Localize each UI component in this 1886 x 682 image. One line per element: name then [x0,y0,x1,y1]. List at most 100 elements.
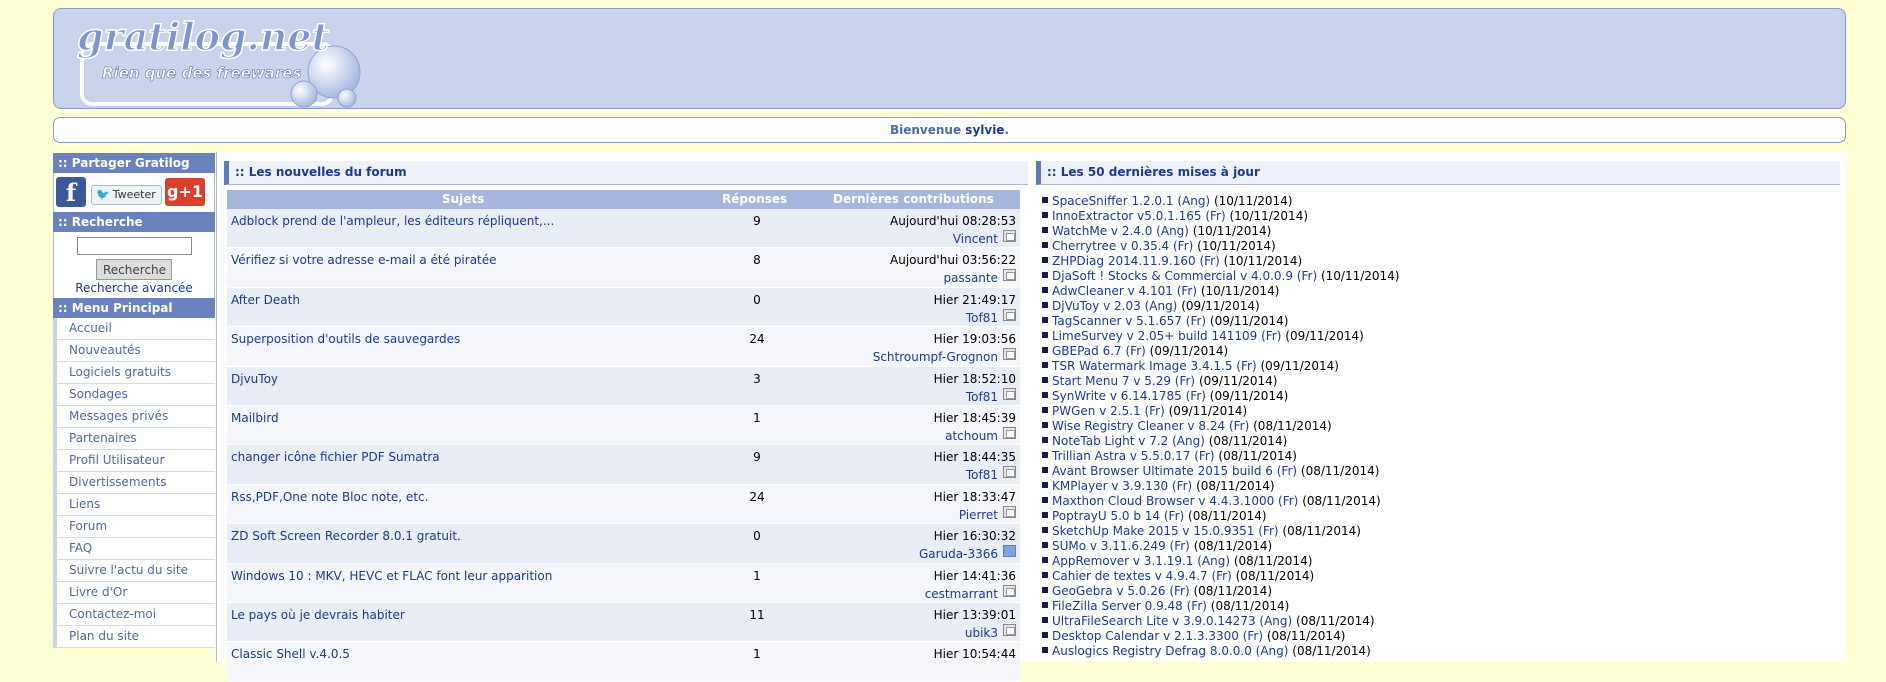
software-link[interactable]: Cahier de textes v 4.9.4.7 (Fr) [1052,569,1232,583]
post-author-link[interactable]: passante [943,271,998,285]
software-link[interactable]: AppRemover v 3.1.19.1 (Ang) [1052,554,1230,568]
software-link[interactable]: KMPlayer v 3.9.130 (Fr) [1052,479,1192,493]
update-item: Auslogics Registry Defrag 8.0.0.0 (Ang) … [1042,644,1842,659]
software-link[interactable]: Auslogics Registry Defrag 8.0.0.0 (Ang) [1052,644,1288,658]
menu-item[interactable]: Liens [53,494,215,516]
forum-topic-link[interactable]: Vérifiez si votre adresse e-mail a été p… [231,253,497,267]
software-link[interactable]: Start Menu 7 v 5.29 (Fr) [1052,374,1195,388]
avatar-icon[interactable] [1003,623,1016,636]
post-author-link[interactable]: ubik3 [965,626,998,640]
software-link[interactable]: Wise Registry Cleaner v 8.24 (Fr) [1052,419,1249,433]
share-header: :: Partager Gratilog [53,153,215,173]
search-input[interactable] [76,237,192,255]
software-link[interactable]: Trillian Astra v 5.5.0.17 (Fr) [1052,449,1215,463]
post-author-link[interactable]: Vincent [953,232,998,246]
forum-topic-link[interactable]: Superposition d'outils de sauvegardes [231,332,460,346]
update-date: (08/11/2014) [1188,509,1267,523]
menu-item[interactable]: Accueil [53,318,215,340]
avatar-icon[interactable] [1003,348,1016,361]
update-item: SpaceSniffer 1.2.0.1 (Ang) (10/11/2014) [1042,194,1842,209]
menu-item[interactable]: Livre d'Or [53,582,215,604]
update-date: (09/11/2014) [1285,329,1364,343]
forum-topic-link[interactable]: changer icône fichier PDF Sumatra [231,450,440,464]
menu-item[interactable]: Forum [53,516,215,538]
menu-item[interactable]: Messages privés [53,406,215,428]
post-author-link[interactable]: atchoum [945,429,998,443]
menu-item[interactable]: Plan du site [53,626,215,648]
software-link[interactable]: Maxthon Cloud Browser v 4.4.3.1000 (Fr) [1052,494,1298,508]
software-link[interactable]: WatchMe v 2.4.0 (Ang) [1052,224,1189,238]
software-link[interactable]: SpaceSniffer 1.2.0.1 (Ang) [1052,194,1210,208]
software-link[interactable]: TagScanner v 5.1.657 (Fr) [1052,314,1206,328]
google-plus-button[interactable]: g+1 [165,178,205,206]
software-link[interactable]: SUMo v 3.11.6.249 (Fr) [1052,539,1190,553]
forum-row: Mailbird 1 Hier 18:45:39 atchoum [227,405,1020,446]
search-button[interactable]: Recherche [96,259,172,280]
post-author-link[interactable]: Tof81 [966,311,998,325]
avatar-icon[interactable] [1003,387,1016,400]
avatar-icon[interactable] [1003,230,1016,242]
software-link[interactable]: UltraFileSearch Lite v 3.9.0.14273 (Ang) [1052,614,1292,628]
avatar-icon[interactable] [1003,466,1016,479]
forum-topic-link[interactable]: After Death [231,293,300,307]
software-link[interactable]: GBEPad 6.7 (Fr) [1052,344,1146,358]
software-link[interactable]: SketchUp Make 2015 v 15.0.9351 (Fr) [1052,524,1279,538]
menu-item[interactable]: Logiciels gratuits [53,362,215,384]
post-author-link[interactable]: Schtroumpf-Grognon [873,350,998,364]
software-link[interactable]: GeoGebra v 5.0.26 (Fr) [1052,584,1190,598]
software-link[interactable]: Desktop Calendar v 2.1.3.3300 (Fr) [1052,629,1263,643]
post-author-link[interactable]: Garuda-3366 [919,547,998,561]
site-logo[interactable]: gratilog.net Rien que des freewares [72,14,372,109]
bullet-icon [1042,287,1048,293]
avatar-icon[interactable] [1003,505,1016,518]
bullet-icon [1042,452,1048,458]
software-link[interactable]: AdwCleaner v 4.101 (Fr) [1052,284,1197,298]
forum-topic-link[interactable]: Windows 10 : MKV, HEVC et FLAC font leur… [231,569,552,583]
advanced-search-link[interactable]: Recherche avancée [54,281,214,295]
tweet-button[interactable]: 🐦 Tweeter [91,185,162,205]
forum-topic-link[interactable]: Rss,PDF,One note Bloc note, etc. [231,490,428,504]
menu-item[interactable]: Divertissements [53,472,215,494]
software-link[interactable]: DjVuToy v 2.03 (Ang) [1052,299,1177,313]
update-item: Cahier de textes v 4.9.4.7 (Fr) (08/11/2… [1042,569,1842,584]
twitter-icon: 🐦 [96,188,110,201]
welcome-user[interactable]: sylvie [965,123,1004,137]
software-link[interactable]: PoptrayU 5.0 b 14 (Fr) [1052,509,1184,523]
forum-topic-link[interactable]: Mailbird [231,411,279,425]
forum-topic-link[interactable]: DjvuToy [231,372,278,386]
forum-topic-link[interactable]: Classic Shell v.4.0.5 [231,647,350,661]
software-link[interactable]: FileZilla Server 0.9.48 (Fr) [1052,599,1207,613]
menu-item[interactable]: Contactez-moi [53,604,215,626]
facebook-icon[interactable]: f [56,177,86,207]
smiley-avatar-icon[interactable] [1003,545,1016,558]
post-author-link[interactable]: Pierret [959,508,998,522]
avatar-icon[interactable] [1003,308,1016,321]
update-item: SUMo v 3.11.6.249 (Fr) (08/11/2014) [1042,539,1842,554]
forum-topic-link[interactable]: Adblock prend de l'ampleur, les éditeurs… [231,214,554,228]
avatar-icon[interactable] [1003,269,1016,282]
avatar-icon[interactable] [1003,426,1016,439]
forum-topic-link[interactable]: Le pays où je devrais habiter [231,608,405,622]
menu-item[interactable]: FAQ [53,538,215,560]
software-link[interactable]: DjaSoft ! Stocks & Commercial v 4.0.0.9 … [1052,269,1317,283]
software-link[interactable]: TSR Watermark Image 3.4.1.5 (Fr) [1052,359,1257,373]
site-header: gratilog.net Rien que des freewares [53,8,1846,109]
forum-topic-link[interactable]: ZD Soft Screen Recorder 8.0.1 gratuit. [231,529,461,543]
software-link[interactable]: LimeSurvey v 2.05+ build 141109 (Fr) [1052,329,1281,343]
software-link[interactable]: Avant Browser Ultimate 2015 build 6 (Fr) [1052,464,1297,478]
post-author-link[interactable]: Tof81 [966,468,998,482]
software-link[interactable]: InnoExtractor v5.0.1.165 (Fr) [1052,209,1226,223]
software-link[interactable]: NoteTab Light v 7.2 (Ang) [1052,434,1205,448]
avatar-icon[interactable] [1003,584,1016,597]
software-link[interactable]: ZHPDiag 2014.11.9.160 (Fr) [1052,254,1220,268]
software-link[interactable]: PWGen v 2.5.1 (Fr) [1052,404,1165,418]
menu-item[interactable]: Nouveautés [53,340,215,362]
menu-item[interactable]: Suivre l'actu du site [53,560,215,582]
menu-item[interactable]: Profil Utilisateur [53,450,215,472]
post-author-link[interactable]: cestmarrant [925,587,998,601]
software-link[interactable]: SynWrite v 6.14.1785 (Fr) [1052,389,1206,403]
post-author-link[interactable]: Tof81 [966,390,998,404]
menu-item[interactable]: Sondages [53,384,215,406]
menu-item[interactable]: Partenaires [53,428,215,450]
software-link[interactable]: Cherrytree v 0.35.4 (Fr) [1052,239,1193,253]
